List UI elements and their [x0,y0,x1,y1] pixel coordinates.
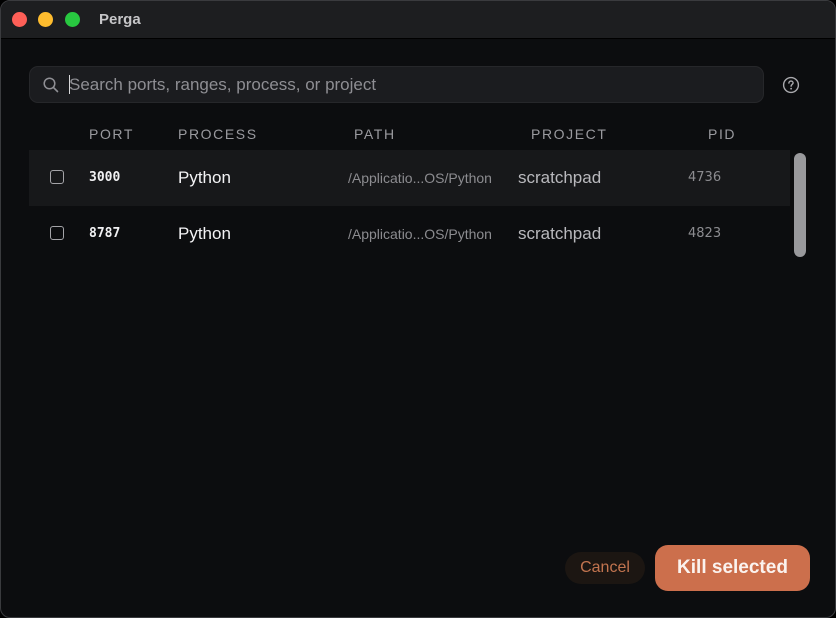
port-cell: 8787 [89,226,121,241]
title-bar[interactable]: Perga [1,1,835,39]
row-checkbox[interactable] [50,226,64,240]
minimize-window-button[interactable] [38,12,53,27]
table-row[interactable]: 3000 Python /Applicatio...OS/Python scra… [29,150,790,206]
maximize-window-button[interactable] [65,12,80,27]
column-header-project[interactable]: PROJECT [531,126,608,142]
question-circle-icon[interactable] [782,76,800,94]
pid-cell: 4736 [688,170,722,185]
project-cell: scratchpad [518,224,602,243]
search-icon [43,77,59,93]
kill-selected-button[interactable]: Kill selected [655,545,810,591]
column-header-path[interactable]: PATH [354,126,396,142]
process-cell: Python [178,168,231,187]
search-bar[interactable] [29,66,764,103]
search-input[interactable] [69,67,749,102]
window-title: Perga [99,11,141,28]
column-header-port[interactable]: PORT [89,126,134,142]
pid-cell: 4823 [688,226,722,241]
text-caret [69,75,70,94]
path-cell: /Applicatio...OS/Python [348,170,492,186]
process-cell: Python [178,224,231,243]
column-header-pid[interactable]: PID [708,126,736,142]
row-checkbox[interactable] [50,170,64,184]
table-row[interactable]: 8787 Python /Applicatio...OS/Python scra… [29,206,790,262]
project-cell: scratchpad [518,168,602,187]
scrollbar-thumb[interactable] [794,153,806,257]
close-window-button[interactable] [12,12,27,27]
port-cell: 3000 [89,170,121,185]
cancel-button[interactable]: Cancel [565,552,645,584]
column-header-process[interactable]: PROCESS [178,126,258,142]
app-window: Perga PORT PROCESS PATH PROJECT PID 3000… [0,0,836,618]
path-cell: /Applicatio...OS/Python [348,226,492,242]
